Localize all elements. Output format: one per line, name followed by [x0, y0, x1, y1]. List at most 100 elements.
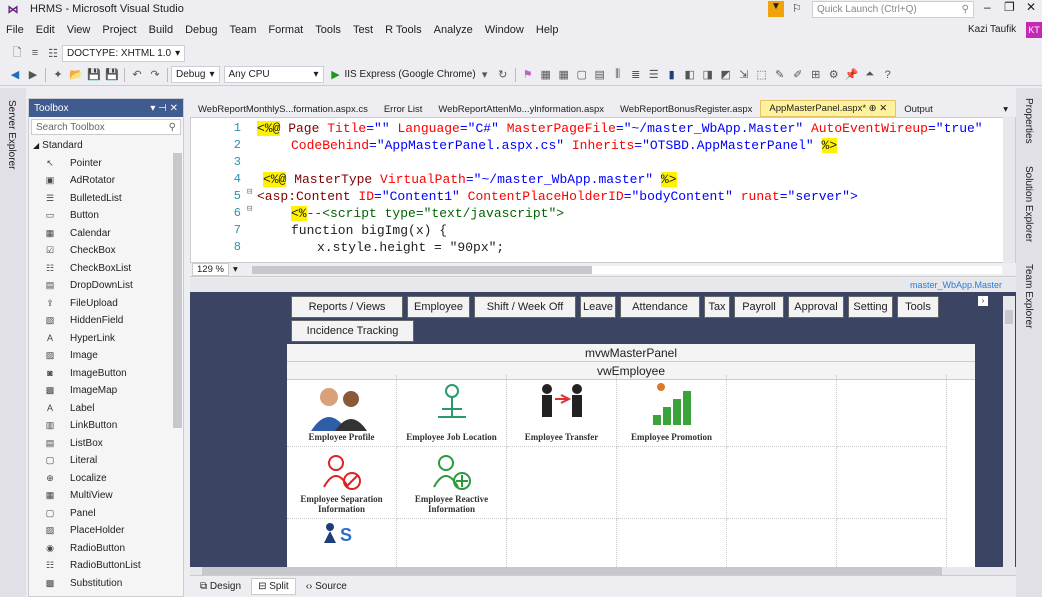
- toolbox-item-listbox[interactable]: ▤ ListBox: [29, 435, 183, 453]
- master-page-label[interactable]: master_WbApp.Master: [910, 280, 1002, 290]
- layout-icon[interactable]: ⊞: [808, 67, 824, 83]
- menu-tab-employee[interactable]: Employee: [407, 296, 470, 318]
- toolbox-item-linkbutton[interactable]: ▥ LinkButton: [29, 417, 183, 435]
- menu-item-test[interactable]: Test: [347, 24, 379, 36]
- chevron-right-icon[interactable]: ›: [978, 296, 988, 306]
- menu-item-build[interactable]: Build: [143, 24, 179, 36]
- toolbox-item-adrotator[interactable]: ▣ AdRotator: [29, 172, 183, 190]
- solution-explorer-tab[interactable]: Solution Explorer: [1023, 162, 1034, 246]
- menu-tab-tools[interactable]: Tools: [897, 296, 939, 318]
- menu-tab-tax[interactable]: Tax: [704, 296, 730, 318]
- redo-icon[interactable]: ↷: [147, 67, 163, 83]
- css-icon[interactable]: ✎: [772, 67, 788, 83]
- toolbox-scrollbar[interactable]: [173, 153, 182, 428]
- toolbox-item-hiddenfield[interactable]: ▧ HiddenField: [29, 312, 183, 330]
- toolbox-item-localize[interactable]: ⊕ Localize: [29, 470, 183, 488]
- menu-tab-attendance[interactable]: Attendance: [620, 296, 700, 318]
- menu-item-debug[interactable]: Debug: [179, 24, 223, 36]
- design-view[interactable]: master_WbApp.Master Incidence Tracking ›…: [190, 278, 1016, 568]
- code-editor[interactable]: 12345678 ⊟ ⊟ <%@ Page Title="" Language=…: [190, 117, 1016, 263]
- toolbox-item-label[interactable]: A Label: [29, 400, 183, 418]
- editor-vertical-scrollbar[interactable]: [1003, 117, 1015, 263]
- frame-icon[interactable]: ▢: [574, 67, 590, 83]
- outdent-icon[interactable]: ☷: [45, 45, 61, 61]
- toolbox-item-image[interactable]: ▨ Image: [29, 347, 183, 365]
- table-icon[interactable]: ▤: [592, 67, 608, 83]
- new-project-icon[interactable]: ✦: [50, 67, 66, 83]
- configuration-select[interactable]: Debug ▾: [171, 66, 220, 83]
- menu-item-file[interactable]: File: [0, 24, 30, 36]
- browser-link-icon[interactable]: ⚑: [520, 67, 536, 83]
- design-horizontal-scrollbar[interactable]: [190, 567, 1016, 575]
- format-icon[interactable]: ⫼: [610, 67, 626, 83]
- toolbox-item-checkboxlist[interactable]: ☷ CheckBoxList: [29, 260, 183, 278]
- outline-marker[interactable]: ⊟: [247, 187, 252, 197]
- doc-tab-1[interactable]: Error List: [376, 102, 431, 117]
- user-name[interactable]: Kazi Taufik: [968, 24, 1016, 35]
- menu-tab-setting[interactable]: Setting: [848, 296, 893, 318]
- run-target-button[interactable]: IIS Express (Google Chrome): [345, 69, 476, 80]
- toolbox-item-radiobutton[interactable]: ◉ RadioButton: [29, 540, 183, 558]
- toolbox-item-checkbox[interactable]: ☑ CheckBox: [29, 242, 183, 260]
- editor-horizontal-scrollbar[interactable]: [251, 265, 1002, 274]
- doc-tab-3[interactable]: WebReportBonusRegister.aspx: [612, 102, 760, 117]
- indent-icon[interactable]: ≡: [27, 45, 43, 61]
- minimize-button[interactable]: ‒: [984, 0, 991, 14]
- toolbox-item-dropdownlist[interactable]: ▤ DropDownList: [29, 277, 183, 295]
- step-icon[interactable]: ⇲: [736, 67, 752, 83]
- align-left-icon[interactable]: ▦: [538, 67, 554, 83]
- toolbox-window-controls[interactable]: ▾ ⊣ ✕: [150, 103, 178, 114]
- restore-button[interactable]: ❐: [1004, 0, 1015, 14]
- salary-cell[interactable]: S: [287, 519, 397, 568]
- align-center-icon[interactable]: ▦: [556, 67, 572, 83]
- toolbox-item-button[interactable]: ▭ Button: [29, 207, 183, 225]
- toolbox-item-radiobuttonlist[interactable]: ☷ RadioButtonList: [29, 557, 183, 575]
- close-button[interactable]: ✕: [1026, 0, 1036, 14]
- uncomment-icon[interactable]: ☰: [646, 67, 662, 83]
- close-icon[interactable]: ⊕ ✕: [866, 103, 888, 114]
- menu-tab-reports-views[interactable]: Reports / Views: [291, 296, 403, 318]
- quick-launch-input[interactable]: Quick Launch (Ctrl+Q) ⚲: [812, 1, 974, 18]
- user-avatar[interactable]: KT: [1026, 22, 1042, 38]
- undo-icon[interactable]: ↶: [129, 67, 145, 83]
- doc-tab-4[interactable]: AppMasterPanel.aspx* ⊕ ✕: [760, 100, 897, 117]
- server-explorer-tab[interactable]: Server Explorer: [6, 96, 17, 173]
- toolbox-item-panel[interactable]: ▢ Panel: [29, 505, 183, 523]
- split-tab[interactable]: ⊟ Split: [251, 578, 296, 595]
- menu-tab-leave[interactable]: Leave: [580, 296, 616, 318]
- employee-job-location-cell[interactable]: Employee Job Location: [397, 375, 507, 447]
- feedback-icon[interactable]: ⚐: [792, 2, 802, 15]
- platform-select[interactable]: Any CPU ▾: [223, 66, 324, 83]
- outline-marker[interactable]: ⊟: [247, 204, 252, 214]
- toolbox-item-substitution[interactable]: ▩ Substitution: [29, 575, 183, 593]
- properties-tab[interactable]: Properties: [1023, 94, 1034, 148]
- back-icon[interactable]: ◀: [7, 67, 23, 83]
- doctype-select[interactable]: DOCTYPE: XHTML 1.0 ▾: [62, 44, 186, 62]
- toolbox-item-imagemap[interactable]: ▩ ImageMap: [29, 382, 183, 400]
- menu-item-format[interactable]: Format: [262, 24, 309, 36]
- forward-icon[interactable]: ▶: [25, 67, 41, 83]
- chevron-down-icon[interactable]: ▾: [477, 67, 493, 83]
- toolbox-item-calendar[interactable]: ▦ Calendar: [29, 225, 183, 243]
- run-icon[interactable]: ▶: [328, 67, 344, 83]
- open-icon[interactable]: 📂: [68, 67, 84, 83]
- toolbox-item-literal[interactable]: ▢ Literal: [29, 452, 183, 470]
- tab-overflow-icon[interactable]: ▾: [995, 102, 1016, 117]
- menu-item-help[interactable]: Help: [530, 24, 565, 36]
- new-file-icon[interactable]: 🗋: [9, 45, 25, 61]
- menu-tab-approval[interactable]: Approval: [788, 296, 844, 318]
- attach-icon[interactable]: ⬚: [754, 67, 770, 83]
- employee-transfer-cell[interactable]: Employee Transfer: [507, 375, 617, 447]
- design-vertical-scrollbar[interactable]: [1003, 296, 1015, 568]
- menu-item-edit[interactable]: Edit: [30, 24, 61, 36]
- menu-item-tools[interactable]: Tools: [309, 24, 347, 36]
- employee-promotion-cell[interactable]: Employee Promotion: [617, 375, 727, 447]
- refresh-icon[interactable]: ↻: [495, 67, 511, 83]
- style-icon[interactable]: ✐: [790, 67, 806, 83]
- zoom-level[interactable]: 129 %: [192, 263, 229, 276]
- toolbox-section-standard[interactable]: ◢ Standard: [29, 137, 183, 155]
- menu-item-team[interactable]: Team: [224, 24, 263, 36]
- save-all-icon[interactable]: 💾: [104, 67, 120, 83]
- employee-separation-cell[interactable]: Employee Separation Information: [287, 447, 397, 519]
- comment-icon[interactable]: ≣: [628, 67, 644, 83]
